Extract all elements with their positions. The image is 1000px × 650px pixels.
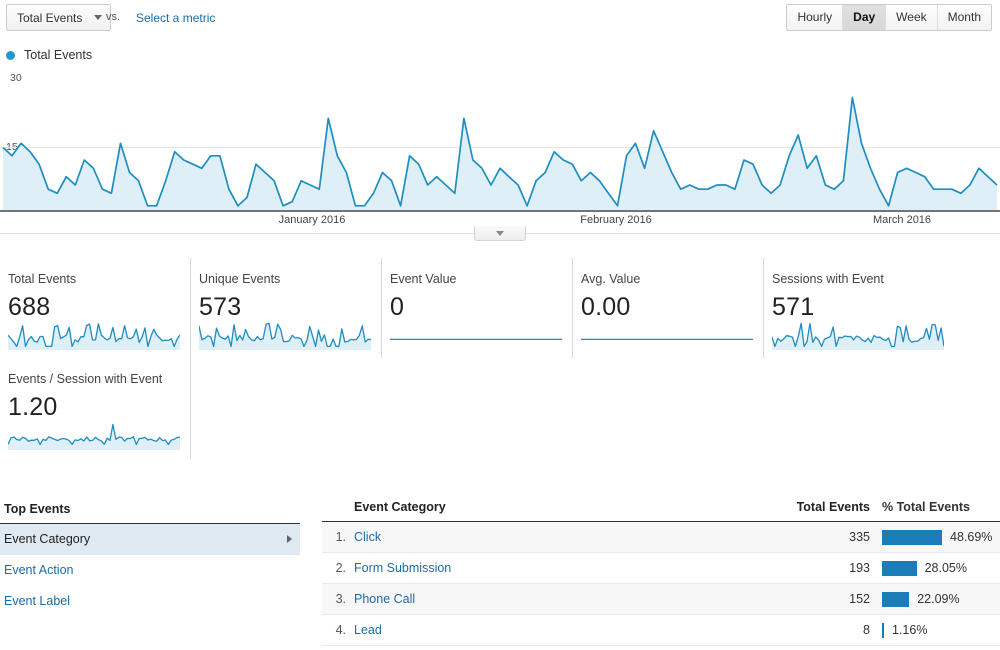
table-body: 1. Click 335 48.69% 2. Form Submission 193 28.0… xyxy=(322,522,1000,646)
metric-card-sparkline xyxy=(772,322,944,350)
metric-card-events-session-with-event[interactable]: Events / Session with Event 1.20 xyxy=(0,358,191,458)
top-events-item-event-category[interactable]: Event Category xyxy=(0,524,300,555)
metric-card-sparkline xyxy=(199,322,371,350)
top-events-panel: Top Events Event Category Event Action Eve… xyxy=(0,498,300,617)
metric-card-sparkline xyxy=(581,322,753,350)
row-percent-label: 22.09% xyxy=(917,592,960,606)
x-axis-tick-2: March 2016 xyxy=(872,214,932,226)
top-events-item-label: Event Action xyxy=(4,563,74,577)
analytics-events-overview: Total Events vs. Select a metric Hourly D… xyxy=(0,0,1000,650)
chart-area-fill xyxy=(3,97,997,210)
row-total-events: 152 xyxy=(849,592,870,606)
row-percent-bar xyxy=(882,560,917,576)
granularity-button-hourly[interactable]: Hourly xyxy=(787,5,844,30)
metric-card-event-value[interactable]: Event Value 0 xyxy=(382,258,573,358)
metric-card-total-events[interactable]: Total Events 688 xyxy=(0,258,191,358)
metric-cards-row-2: Events / Session with Event 1.20 xyxy=(0,358,1000,458)
row-rank: 3. xyxy=(335,592,346,606)
table-row[interactable]: 3. Phone Call 152 22.09% xyxy=(322,584,1000,615)
metric-card-value: 1.20 xyxy=(8,393,58,421)
header-total-events[interactable]: Total Events xyxy=(750,500,870,514)
chart-legend: Total Events xyxy=(6,48,92,62)
granularity-button-day[interactable]: Day xyxy=(843,5,887,30)
select-a-metric-link[interactable]: Select a metric xyxy=(136,11,215,25)
row-event-category-link[interactable]: Click xyxy=(346,530,750,544)
table-row[interactable]: 4. Lead 8 1.16% xyxy=(322,615,1000,646)
metric-card-sparkline xyxy=(390,322,562,350)
metric-card-title: Unique Events xyxy=(199,272,281,286)
metric-card-title: Event Value xyxy=(390,272,457,286)
row-event-category-link[interactable]: Form Submission xyxy=(346,561,750,575)
table-row[interactable]: 1. Click 335 48.69% xyxy=(322,522,1000,553)
top-events-item-event-label[interactable]: Event Label xyxy=(0,586,300,617)
metric-card-title: Events / Session with Event xyxy=(8,372,163,386)
row-event-category-link[interactable]: Phone Call xyxy=(346,592,750,606)
row-percent-label: 48.69% xyxy=(950,530,993,544)
header-event-category[interactable]: Event Category xyxy=(346,500,750,514)
metric-card-title: Avg. Value xyxy=(581,272,641,286)
collapse-chart-tab[interactable] xyxy=(474,226,526,241)
metric-card-value: 571 xyxy=(772,293,815,321)
row-rank: 1. xyxy=(335,530,346,544)
row-percent-cell: 22.09% xyxy=(870,591,1000,607)
row-percent-cell: 1.16% xyxy=(870,622,1000,638)
x-axis-tick-0: January 2016 xyxy=(278,214,346,226)
granularity-button-group: Hourly Day Week Month xyxy=(786,4,992,31)
table-header-row: Event Category Total Events % Total Even… xyxy=(322,498,1000,522)
metric-card-sessions-with-event[interactable]: Sessions with Event 571 xyxy=(764,258,955,358)
chevron-right-icon xyxy=(287,535,292,543)
total-events-timeline-chart[interactable] xyxy=(0,72,1000,212)
legend-series-label: Total Events xyxy=(24,48,93,62)
metric-card-title: Sessions with Event xyxy=(772,272,884,286)
row-percent-bar xyxy=(882,529,942,545)
metric-cards: Total Events 688 Unique Events 573 Event Val… xyxy=(0,258,1000,458)
metric-card-unique-events[interactable]: Unique Events 573 xyxy=(191,258,382,358)
metric-card-value: 0 xyxy=(390,293,405,321)
row-percent-bar xyxy=(882,622,884,638)
metric-card-sparkline xyxy=(8,322,180,350)
row-total-events: 335 xyxy=(849,530,870,544)
top-events-list: Event Category Event Action Event Label xyxy=(0,524,300,617)
primary-metric-label: Total Events xyxy=(17,10,83,25)
chevron-down-icon xyxy=(496,230,504,236)
top-events-item-label: Event Category xyxy=(4,532,91,546)
row-total-events: 193 xyxy=(849,561,870,575)
legend-color-dot xyxy=(6,50,15,60)
top-events-header: Top Events xyxy=(0,498,300,524)
row-total-events: 8 xyxy=(863,623,870,637)
top-events-item-label: Event Label xyxy=(4,594,71,608)
metric-card-value: 0.00 xyxy=(581,293,631,321)
metric-card-value: 688 xyxy=(8,293,51,321)
chevron-down-icon xyxy=(94,15,103,20)
header-percent-total-events[interactable]: % Total Events xyxy=(870,500,1000,514)
row-percent-cell: 48.69% xyxy=(870,529,1000,545)
row-percent-label: 28.05% xyxy=(924,561,967,575)
event-category-table: Event Category Total Events % Total Even… xyxy=(322,498,1000,646)
row-percent-cell: 28.05% xyxy=(870,560,1000,576)
metric-card-sparkline xyxy=(8,422,180,450)
timeline-svg xyxy=(0,96,1000,212)
vs-label: vs. xyxy=(106,11,121,23)
metric-card-value: 573 xyxy=(199,293,242,321)
metric-cards-row-1: Total Events 688 Unique Events 573 Event Val… xyxy=(0,258,1000,358)
row-percent-bar xyxy=(882,591,910,607)
metric-card-avg-value[interactable]: Avg. Value 0.00 xyxy=(573,258,764,358)
row-event-category-link[interactable]: Lead xyxy=(346,623,750,637)
row-rank: 2. xyxy=(335,561,346,575)
granularity-button-week[interactable]: Week xyxy=(886,5,938,30)
granularity-button-month[interactable]: Month xyxy=(937,5,991,30)
table-row[interactable]: 2. Form Submission 193 28.05% xyxy=(322,553,1000,584)
top-events-item-event-action[interactable]: Event Action xyxy=(0,555,300,586)
metric-card-title: Total Events xyxy=(8,272,77,286)
row-percent-label: 1.16% xyxy=(892,623,928,637)
x-axis-tick-1: February 2016 xyxy=(580,214,652,226)
row-rank: 4. xyxy=(335,623,346,637)
chart-toolbar: Total Events vs. Select a metric Hourly D… xyxy=(0,0,1000,38)
primary-metric-select[interactable]: Total Events xyxy=(6,4,112,31)
